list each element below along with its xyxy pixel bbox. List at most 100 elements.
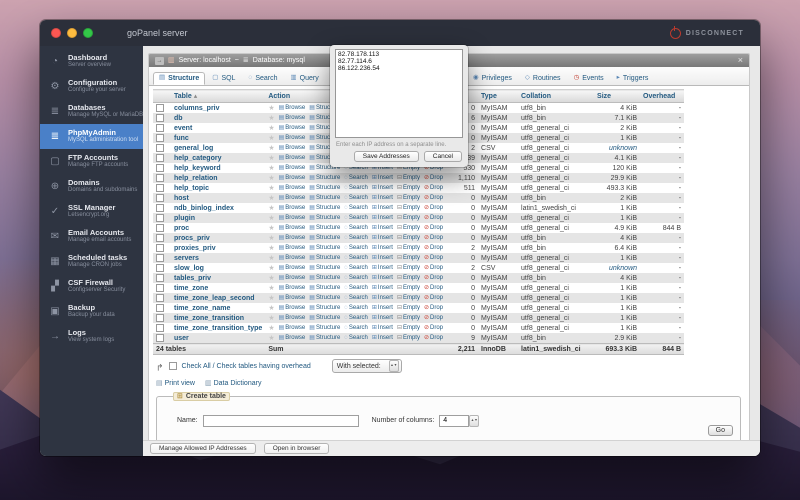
sidebar-item-dashboard[interactable]: ◔ Dashboard Server overview bbox=[40, 49, 143, 74]
empty-link[interactable]: ⊟Empty bbox=[397, 245, 420, 251]
browse-link[interactable]: ▤ Browse bbox=[279, 305, 306, 311]
empty-link[interactable]: ⊟Empty bbox=[397, 295, 420, 301]
search-link[interactable]: ◌Search bbox=[344, 325, 368, 331]
breadcrumb-database[interactable]: Database: mysql bbox=[253, 57, 305, 64]
structure-link[interactable]: ▤ Structure bbox=[309, 215, 340, 221]
insert-link[interactable]: ⊞Insert bbox=[372, 305, 393, 311]
drop-link[interactable]: ⊘Drop bbox=[424, 225, 443, 231]
row-checkbox[interactable] bbox=[156, 124, 164, 132]
browse-link[interactable]: ▤ Browse bbox=[279, 165, 306, 171]
search-link[interactable]: ◌Search bbox=[344, 295, 368, 301]
empty-link[interactable]: ⊟Empty bbox=[397, 335, 420, 341]
table-name-link[interactable]: time_zone_name bbox=[174, 305, 230, 312]
browse-link[interactable]: ▤ Browse bbox=[279, 115, 306, 121]
zoom-window-button[interactable] bbox=[83, 28, 93, 38]
insert-link[interactable]: ⊞Insert bbox=[372, 325, 393, 331]
drop-link[interactable]: ⊘Drop bbox=[424, 285, 443, 291]
structure-link[interactable]: ▤ Structure bbox=[309, 295, 340, 301]
drop-link[interactable]: ⊘Drop bbox=[424, 305, 443, 311]
search-link[interactable]: ◌Search bbox=[344, 305, 368, 311]
drop-link[interactable]: ⊘Drop bbox=[424, 195, 443, 201]
open-in-browser-button[interactable]: Open in browser bbox=[263, 443, 330, 454]
drop-link[interactable]: ⊘Drop bbox=[424, 265, 443, 271]
row-checkbox[interactable] bbox=[156, 334, 164, 342]
sidebar-item-configuration[interactable]: ⚙ Configuration Configure your server bbox=[40, 74, 143, 99]
favorite-star-icon[interactable]: ★ bbox=[268, 285, 274, 292]
browse-link[interactable]: ▤ Browse bbox=[279, 195, 306, 201]
structure-link[interactable]: ▤ Structure bbox=[309, 175, 340, 181]
drop-link[interactable]: ⊘Drop bbox=[424, 315, 443, 321]
insert-link[interactable]: ⊞Insert bbox=[372, 275, 393, 281]
search-link[interactable]: ◌Search bbox=[344, 285, 368, 291]
sidebar-item-domains[interactable]: ⊕ Domains Domains and subdomains bbox=[40, 174, 143, 199]
favorite-star-icon[interactable]: ★ bbox=[268, 225, 274, 232]
drop-link[interactable]: ⊘Drop bbox=[424, 335, 443, 341]
search-link[interactable]: ◌Search bbox=[344, 265, 368, 271]
drop-link[interactable]: ⊘Drop bbox=[424, 245, 443, 251]
empty-link[interactable]: ⊟Empty bbox=[397, 255, 420, 261]
browse-link[interactable]: ▤ Browse bbox=[279, 185, 306, 191]
empty-link[interactable]: ⊟Empty bbox=[397, 305, 420, 311]
header-collation[interactable]: Collation bbox=[518, 89, 595, 103]
empty-link[interactable]: ⊟Empty bbox=[397, 205, 420, 211]
favorite-star-icon[interactable]: ★ bbox=[268, 195, 274, 202]
browse-link[interactable]: ▤ Browse bbox=[279, 265, 306, 271]
save-addresses-button[interactable]: Save Addresses bbox=[353, 151, 419, 162]
drop-link[interactable]: ⊘Drop bbox=[424, 185, 443, 191]
browse-link[interactable]: ▤ Browse bbox=[279, 295, 306, 301]
table-name-link[interactable]: time_zone_leap_second bbox=[174, 295, 255, 302]
structure-link[interactable]: ▤ Structure bbox=[309, 235, 340, 241]
insert-link[interactable]: ⊞Insert bbox=[372, 285, 393, 291]
table-name-link[interactable]: time_zone bbox=[174, 285, 208, 292]
table-name-link[interactable]: help_topic bbox=[174, 185, 209, 192]
tab-search[interactable]: ◌ Search bbox=[242, 72, 283, 85]
columns-count-input[interactable] bbox=[439, 414, 470, 427]
row-checkbox[interactable] bbox=[156, 214, 164, 222]
table-name-link[interactable]: servers bbox=[174, 255, 199, 262]
browse-link[interactable]: ▤ Browse bbox=[279, 105, 306, 111]
table-name-link[interactable]: procs_priv bbox=[174, 235, 210, 242]
sidebar-item-email-accounts[interactable]: ✉ Email Accounts Manage email accounts bbox=[40, 224, 143, 249]
structure-link[interactable]: ▤ Structure bbox=[309, 275, 340, 281]
structure-link[interactable]: ▤ Structure bbox=[309, 285, 340, 291]
header-type[interactable]: Type bbox=[478, 89, 519, 103]
tab-sql[interactable]: ▢ SQL bbox=[206, 72, 241, 85]
header-overhead[interactable]: Overhead bbox=[640, 89, 685, 103]
browse-link[interactable]: ▤ Browse bbox=[279, 175, 306, 181]
insert-link[interactable]: ⊞Insert bbox=[372, 315, 393, 321]
empty-link[interactable]: ⊟Empty bbox=[397, 325, 420, 331]
drop-link[interactable]: ⊘Drop bbox=[424, 295, 443, 301]
search-link[interactable]: ◌Search bbox=[344, 205, 368, 211]
sidebar-item-csf-firewall[interactable]: ▞ CSF Firewall Configserver Security bbox=[40, 274, 143, 299]
table-name-link[interactable]: time_zone_transition bbox=[174, 315, 244, 322]
table-name-link[interactable]: ndb_binlog_index bbox=[174, 205, 234, 212]
structure-link[interactable]: ▤ Structure bbox=[309, 205, 340, 211]
table-name-link[interactable]: slow_log bbox=[174, 265, 204, 272]
structure-link[interactable]: ▤ Structure bbox=[309, 265, 340, 271]
browse-link[interactable]: ▤ Browse bbox=[279, 255, 306, 261]
tab-routines[interactable]: ◇ Routines bbox=[519, 72, 567, 85]
structure-link[interactable]: ▤ Structure bbox=[309, 185, 340, 191]
favorite-star-icon[interactable]: ★ bbox=[268, 115, 274, 122]
row-checkbox[interactable] bbox=[156, 204, 164, 212]
favorite-star-icon[interactable]: ★ bbox=[268, 245, 274, 252]
drop-link[interactable]: ⊘Drop bbox=[424, 215, 443, 221]
table-name-link[interactable]: help_relation bbox=[174, 175, 218, 182]
empty-link[interactable]: ⊟Empty bbox=[397, 315, 420, 321]
row-checkbox[interactable] bbox=[156, 184, 164, 192]
empty-link[interactable]: ⊟Empty bbox=[397, 185, 420, 191]
search-link[interactable]: ◌Search bbox=[344, 315, 368, 321]
sidebar-item-backup[interactable]: ▣ Backup Backup your data bbox=[40, 299, 143, 324]
favorite-star-icon[interactable]: ★ bbox=[268, 335, 274, 342]
insert-link[interactable]: ⊞Insert bbox=[372, 255, 393, 261]
empty-link[interactable]: ⊟Empty bbox=[397, 195, 420, 201]
browse-link[interactable]: ▤ Browse bbox=[279, 335, 306, 341]
structure-link[interactable]: ▤ Structure bbox=[309, 255, 340, 261]
tab-structure[interactable]: ▤ Structure bbox=[153, 72, 206, 85]
structure-link[interactable]: ▤ Structure bbox=[309, 195, 340, 201]
row-checkbox[interactable] bbox=[156, 224, 164, 232]
close-window-button[interactable] bbox=[51, 28, 61, 38]
browse-link[interactable]: ▤ Browse bbox=[279, 155, 306, 161]
favorite-star-icon[interactable]: ★ bbox=[268, 175, 274, 182]
insert-link[interactable]: ⊞Insert bbox=[372, 225, 393, 231]
